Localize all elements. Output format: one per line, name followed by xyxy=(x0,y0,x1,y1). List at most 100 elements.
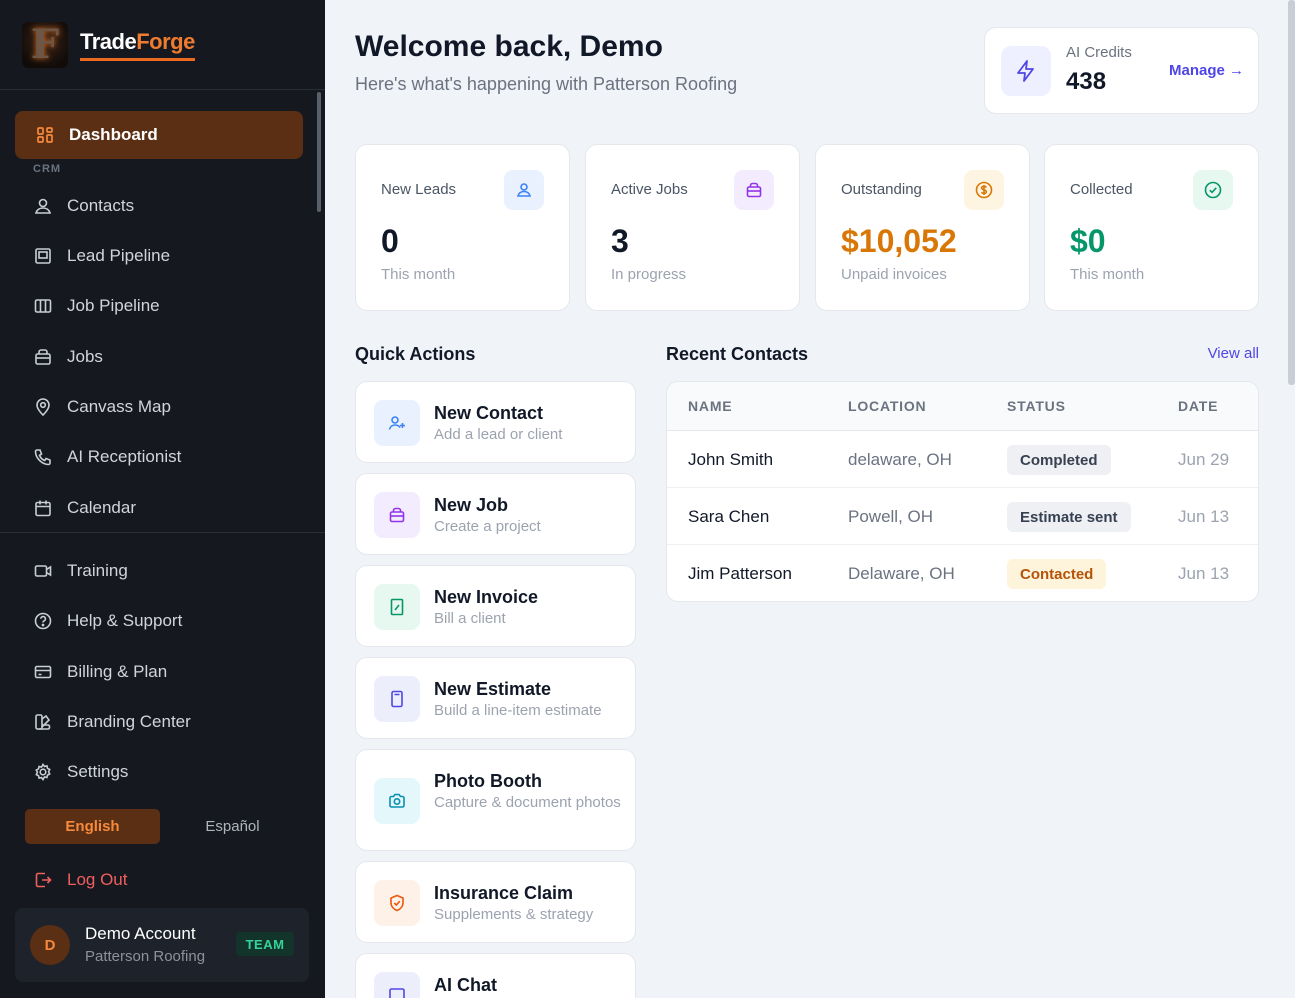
stat-subtext: This month xyxy=(1070,266,1145,283)
chat-icon xyxy=(374,972,420,998)
receipt-icon xyxy=(374,584,420,630)
recent-contacts-table: NAME LOCATION STATUS DATE John Smith del… xyxy=(666,381,1259,602)
sidebar-item-calendar[interactable]: Calendar xyxy=(33,493,136,523)
contact-date: Jun 13 xyxy=(1178,507,1230,526)
sidebar-item-help-support[interactable]: Help & Support xyxy=(33,606,182,636)
sidebar-item-label: Help & Support xyxy=(67,611,183,630)
stat-value: $10,052 xyxy=(841,223,957,259)
sidebar-item-dashboard[interactable]: Dashboard xyxy=(15,111,303,159)
quick-action-ai-chat[interactable]: AI Chat xyxy=(355,953,636,998)
phone-icon xyxy=(33,447,53,467)
stat-value: $0 xyxy=(1070,223,1106,259)
grid-icon xyxy=(35,125,55,145)
stat-card-active-jobs[interactable]: Active Jobs 3 In progress xyxy=(585,144,800,311)
brand[interactable]: F TradeForge xyxy=(0,0,325,90)
contact-name: Sara Chen xyxy=(688,507,770,526)
quick-action-title: New Invoice xyxy=(434,587,539,607)
column-header-name[interactable]: NAME xyxy=(688,398,732,414)
contact-location: Delaware, OH xyxy=(848,564,955,583)
columns-icon xyxy=(33,296,53,316)
quick-action-new-invoice[interactable]: New Invoice Bill a client xyxy=(355,565,636,647)
account-card[interactable]: D Demo Account Patterson Roofing TEAM xyxy=(15,908,309,982)
sidebar-item-label: Settings xyxy=(67,762,129,781)
sidebar-scrollbar[interactable] xyxy=(317,92,321,212)
sidebar-item-ai-receptionist[interactable]: AI Receptionist xyxy=(33,442,181,472)
sidebar-item-job-pipeline[interactable]: Job Pipeline xyxy=(33,291,160,321)
language-spanish-button[interactable]: Español xyxy=(165,809,300,844)
account-org: Patterson Roofing xyxy=(85,948,206,965)
quick-action-new-estimate[interactable]: New Estimate Build a line-item estimate xyxy=(355,657,636,739)
stat-subtext: This month xyxy=(381,266,456,283)
quick-action-title: Photo Booth xyxy=(434,771,542,791)
calendar-icon xyxy=(33,498,53,518)
sidebar-item-label: Contacts xyxy=(67,196,135,215)
logout-icon xyxy=(33,870,53,890)
quick-action-subtitle: Bill a client xyxy=(434,610,506,627)
sidebar-item-settings[interactable]: Settings xyxy=(33,757,128,787)
toolbox-icon xyxy=(374,492,420,538)
sidebar-item-branding-center[interactable]: Branding Center xyxy=(33,707,191,737)
status-badge: Contacted xyxy=(1007,559,1107,589)
toolbox-icon xyxy=(33,347,53,367)
stat-value: 3 xyxy=(611,223,629,259)
brand-name: TradeForge xyxy=(80,29,195,61)
users-icon xyxy=(504,170,544,210)
stat-card-new-leads[interactable]: New Leads 0 This month xyxy=(355,144,570,311)
shield-icon xyxy=(374,880,420,926)
logout-button[interactable]: Log Out xyxy=(33,865,128,895)
column-header-date[interactable]: DATE xyxy=(1178,398,1218,414)
manage-credits-link[interactable]: Manage → xyxy=(1169,62,1244,79)
page-subtitle: Here's what's happening with Patterson R… xyxy=(355,74,738,94)
credit-card-icon xyxy=(33,662,53,682)
quick-action-insurance-claim[interactable]: Insurance Claim Supplements & strategy xyxy=(355,861,636,943)
lightning-icon xyxy=(1001,46,1051,96)
stat-label: Active Jobs xyxy=(611,181,688,198)
contact-date: Jun 29 xyxy=(1178,450,1230,469)
sidebar-item-lead-pipeline[interactable]: Lead Pipeline xyxy=(33,241,170,271)
table-row[interactable]: Sara Chen Powell, OH Estimate sent Jun 1… xyxy=(667,488,1258,545)
sidebar-item-canvass-map[interactable]: Canvass Map xyxy=(33,392,171,422)
stat-subtext: Unpaid invoices xyxy=(841,266,947,283)
dollar-icon xyxy=(964,170,1004,210)
contact-name: Jim Patterson xyxy=(688,564,792,583)
column-header-status[interactable]: STATUS xyxy=(1007,398,1066,414)
language-english-button[interactable]: English xyxy=(25,809,160,844)
logo-icon: F xyxy=(22,21,68,68)
logout-label: Log Out xyxy=(67,870,128,889)
sidebar-item-label: Canvass Map xyxy=(67,397,171,416)
stat-label: Outstanding xyxy=(841,181,922,198)
quick-action-new-contact[interactable]: New Contact Add a lead or client xyxy=(355,381,636,463)
ai-credits-value: 438 xyxy=(1066,68,1107,95)
check-circle-icon xyxy=(1193,170,1233,210)
quick-action-subtitle: Build a line-item estimate xyxy=(434,702,602,719)
stat-value: 0 xyxy=(381,223,399,259)
sidebar-item-label: Billing & Plan xyxy=(67,662,168,681)
stat-card-outstanding[interactable]: Outstanding $10,052 Unpaid invoices xyxy=(815,144,1030,311)
sidebar-item-label: Branding Center xyxy=(67,712,191,731)
quick-action-title: New Job xyxy=(434,495,509,515)
sidebar-item-billing-plan[interactable]: Billing & Plan xyxy=(33,657,167,687)
status-badge: Estimate sent xyxy=(1007,502,1131,532)
calculator-icon xyxy=(374,676,420,722)
stat-card-collected[interactable]: Collected $0 This month xyxy=(1044,144,1259,311)
users-icon xyxy=(33,196,53,216)
quick-action-subtitle: Capture & document photos xyxy=(434,794,621,811)
table-row[interactable]: John Smith delaware, OH Completed Jun 29 xyxy=(667,431,1258,488)
stat-label: New Leads xyxy=(381,181,457,198)
sidebar-item-label: AI Receptionist xyxy=(67,447,182,466)
sidebar-item-label: Calendar xyxy=(67,498,136,517)
recent-contacts-heading: Recent Contacts xyxy=(666,344,809,364)
sidebar-item-label: Job Pipeline xyxy=(67,296,160,315)
view-all-link[interactable]: View all xyxy=(1208,345,1259,362)
quick-action-photo-booth[interactable]: Photo Booth Capture & document photos xyxy=(355,749,636,851)
main-scrollbar[interactable] xyxy=(1288,0,1295,385)
sidebar-item-contacts[interactable]: Contacts xyxy=(33,191,134,221)
column-header-location[interactable]: LOCATION xyxy=(848,398,926,414)
quick-action-title: New Estimate xyxy=(434,679,552,699)
sidebar-item-label: Training xyxy=(67,561,128,580)
table-row[interactable]: Jim Patterson Delaware, OH Contacted Jun… xyxy=(667,545,1258,601)
sidebar-item-training[interactable]: Training xyxy=(33,556,128,586)
quick-action-new-job[interactable]: New Job Create a project xyxy=(355,473,636,555)
sidebar-item-jobs[interactable]: Jobs xyxy=(33,342,103,372)
sidebar: F TradeForge Dashboard CRM Contacts Lead… xyxy=(0,0,325,998)
